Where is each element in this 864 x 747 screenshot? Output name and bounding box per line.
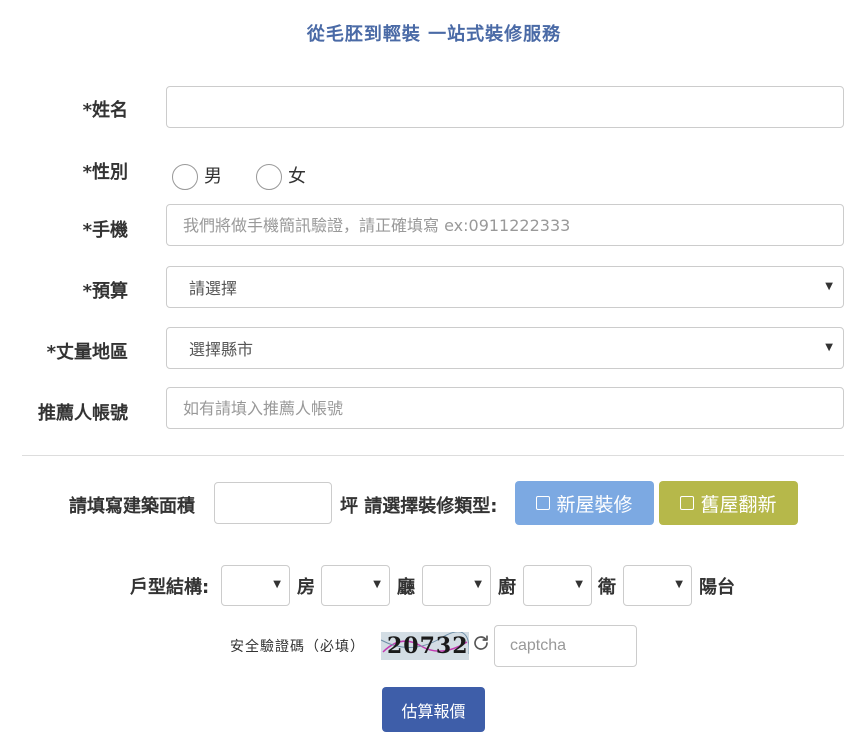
chevron-down-icon: ▼: [675, 579, 683, 590]
checkbox-icon: [536, 496, 551, 510]
balcony-label: 陽台: [699, 577, 735, 598]
renovation-type-label: 坪 請選擇裝修類型:: [340, 496, 498, 517]
new-house-button[interactable]: 新屋裝修: [515, 481, 654, 525]
budget-select[interactable]: 請選擇 ▼: [166, 266, 844, 308]
referrer-label: 推薦人帳號: [38, 403, 128, 424]
radio-female[interactable]: [256, 164, 282, 190]
captcha-input[interactable]: [495, 626, 636, 666]
name-label: *姓名: [82, 100, 128, 121]
chevron-down-icon: ▼: [474, 579, 482, 590]
captcha-image: 20732: [381, 632, 469, 660]
chevron-down-icon: ▼: [825, 281, 833, 292]
gender-male-label: 男: [204, 166, 222, 187]
radio-male[interactable]: [172, 164, 198, 190]
gender-female-option[interactable]: 女: [256, 160, 306, 190]
living-label: 廳: [397, 577, 415, 598]
chevron-down-icon: ▼: [575, 579, 583, 590]
budget-selected-value: 請選擇: [189, 279, 238, 298]
layout-label: 戶型結構:: [130, 577, 210, 598]
chevron-down-icon: ▼: [273, 579, 281, 590]
name-field[interactable]: [166, 86, 844, 128]
section-divider: [22, 455, 844, 456]
phone-input[interactable]: [167, 205, 843, 245]
chevron-down-icon: ▼: [825, 342, 833, 353]
gender-female-label: 女: [288, 166, 306, 187]
kitchen-label: 廚: [498, 577, 516, 598]
balcony-count-select[interactable]: ▼: [623, 565, 692, 606]
bath-count-select[interactable]: ▼: [523, 565, 592, 606]
new-house-label: 新屋裝修: [556, 493, 633, 516]
bath-label: 衛: [598, 577, 616, 598]
captcha-code: 20732: [387, 633, 469, 659]
gender-male-option[interactable]: 男: [172, 160, 222, 190]
refresh-icon[interactable]: [472, 634, 490, 652]
area-label: *丈量地區: [46, 342, 128, 363]
room-label: 房: [297, 577, 315, 598]
captcha-label: 安全驗證碼（必填）: [230, 639, 365, 655]
gender-label: *性別: [82, 162, 128, 183]
kitchen-count-select[interactable]: ▼: [422, 565, 491, 606]
phone-field[interactable]: [166, 204, 844, 246]
chevron-down-icon: ▼: [373, 579, 381, 590]
page-title: 從毛胚到輕裝 一站式裝修服務: [306, 24, 562, 45]
name-input[interactable]: [167, 87, 843, 127]
old-house-button[interactable]: 舊屋翻新: [659, 481, 798, 525]
area-selected-value: 選擇縣市: [189, 340, 254, 359]
captcha-field[interactable]: [494, 625, 637, 667]
budget-label: *預算: [82, 281, 128, 302]
referrer-input[interactable]: [167, 388, 843, 428]
building-area-input[interactable]: [215, 483, 331, 523]
old-house-label: 舊屋翻新: [700, 493, 777, 516]
building-area-field[interactable]: [214, 482, 332, 524]
building-area-label: 請填寫建築面積: [69, 496, 195, 517]
room-count-select[interactable]: ▼: [221, 565, 290, 606]
estimate-quote-button[interactable]: 估算報價: [382, 687, 485, 732]
checkbox-icon: [680, 496, 695, 510]
referrer-field[interactable]: [166, 387, 844, 429]
area-select[interactable]: 選擇縣市 ▼: [166, 327, 844, 369]
living-count-select[interactable]: ▼: [321, 565, 390, 606]
phone-label: *手機: [82, 220, 128, 241]
